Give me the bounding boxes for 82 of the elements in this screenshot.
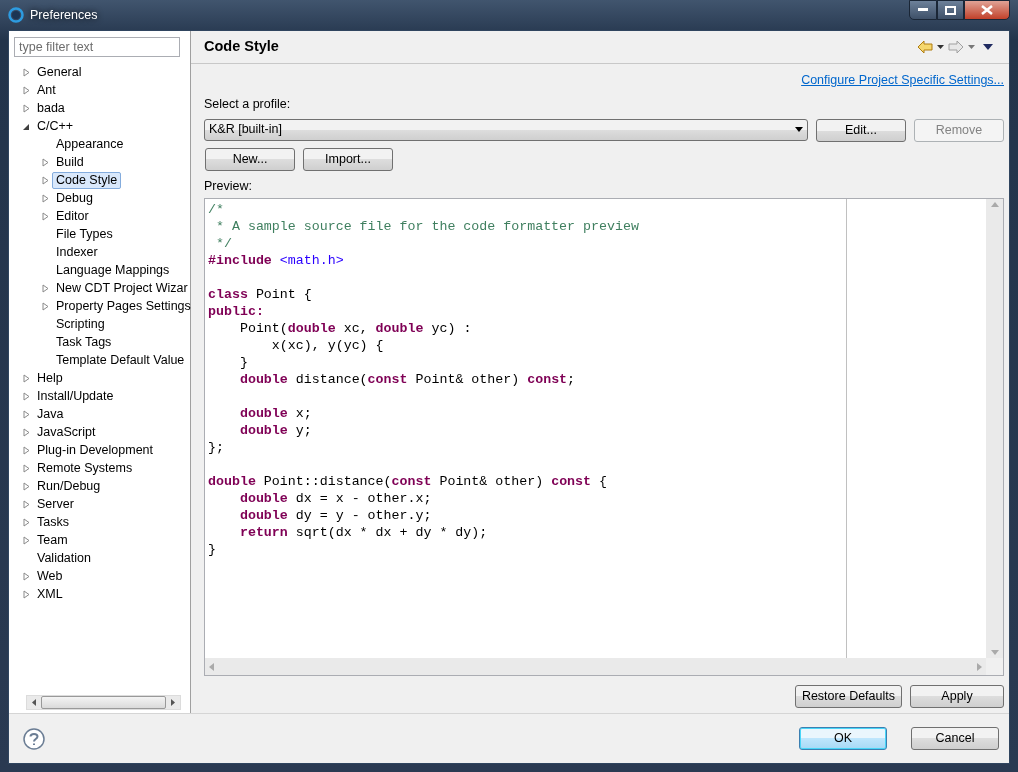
menu-icon[interactable] <box>983 44 993 50</box>
expand-icon[interactable] <box>41 157 49 167</box>
profile-dropdown[interactable]: K&R [built-in] <box>204 118 808 141</box>
tree-item[interactable]: Indexer <box>52 243 102 261</box>
tree-item[interactable]: Tasks <box>33 513 73 531</box>
expand-icon[interactable] <box>41 193 49 203</box>
button[interactable]: Edit... <box>816 118 906 142</box>
page-title: Code Style <box>204 37 279 57</box>
expand-icon[interactable] <box>41 211 49 221</box>
minimize-button[interactable] <box>909 0 937 20</box>
dropdown-arrow-icon <box>795 127 803 132</box>
close-button[interactable] <box>964 0 1010 20</box>
tree-item[interactable]: Editor <box>52 207 93 225</box>
tree-item[interactable]: File Types <box>52 225 117 243</box>
expand-icon[interactable] <box>41 301 49 311</box>
expand-icon[interactable] <box>22 67 30 77</box>
tree-item[interactable]: Property Pages Settings <box>52 297 195 315</box>
tree-item[interactable]: Server <box>33 495 78 513</box>
tree-item[interactable]: Template Default Value <box>52 351 189 369</box>
tree-item[interactable]: Plug-in Development <box>33 441 158 459</box>
tree-item[interactable]: XML <box>33 585 67 603</box>
app-icon <box>8 7 24 23</box>
tree-item[interactable]: C/C++ <box>33 117 78 135</box>
window-title: Preferences <box>30 6 98 24</box>
maximize-icon <box>945 5 956 15</box>
expand-icon[interactable] <box>22 85 30 95</box>
expand-icon[interactable] <box>41 283 49 293</box>
expand-icon[interactable] <box>22 103 30 113</box>
minimize-icon <box>918 8 928 12</box>
tree-item[interactable]: JavaScript <box>33 423 100 441</box>
expand-icon[interactable] <box>22 391 30 401</box>
expand-icon[interactable] <box>22 517 30 527</box>
expand-icon[interactable] <box>22 589 30 599</box>
expand-icon[interactable] <box>22 445 30 455</box>
help-icon[interactable] <box>23 727 45 750</box>
expand-icon[interactable] <box>22 409 30 419</box>
expand-icon[interactable] <box>41 175 49 185</box>
tree-item[interactable]: bada <box>33 99 69 117</box>
expand-icon[interactable] <box>22 481 30 491</box>
maximize-button[interactable] <box>937 0 964 20</box>
tree-item[interactable]: Debug <box>52 189 97 207</box>
expand-icon[interactable] <box>22 499 30 509</box>
dropdown-arrow-icon[interactable] <box>937 45 944 49</box>
tree-item[interactable]: Scripting <box>52 315 109 333</box>
tree-item[interactable]: Validation <box>33 549 95 567</box>
expand-icon[interactable] <box>22 463 30 473</box>
tree-item[interactable]: Task Tags <box>52 333 116 351</box>
scroll-down-icon[interactable] <box>990 650 999 655</box>
button[interactable]: New... <box>205 147 295 171</box>
preview-label: Preview: <box>204 177 253 195</box>
button[interactable]: OK <box>799 727 887 750</box>
tree-item[interactable]: Help <box>33 369 67 387</box>
tree-item[interactable]: Team <box>33 531 72 549</box>
button[interactable]: Cancel <box>911 727 999 750</box>
button[interactable]: Apply <box>910 685 1004 708</box>
tree-item[interactable]: New CDT Project Wizar <box>52 279 192 297</box>
scrollbar-corner <box>986 658 1003 675</box>
expand-icon[interactable] <box>22 571 30 581</box>
profile-label: Select a profile: <box>204 95 292 113</box>
expand-icon[interactable] <box>22 535 30 545</box>
tree-item[interactable]: Language Mappings <box>52 261 174 279</box>
button[interactable]: Restore Defaults <box>794 685 902 708</box>
scroll-up-icon[interactable] <box>990 202 999 208</box>
tree-item[interactable]: Web <box>33 567 67 585</box>
tree-item[interactable]: Remote Systems <box>33 459 137 477</box>
tree-item[interactable]: Install/Update <box>33 387 118 405</box>
tree-item[interactable]: Appearance <box>52 135 128 153</box>
horizontal-scrollbar[interactable] <box>26 695 181 710</box>
filter-field[interactable]: type filter text <box>14 37 180 57</box>
tree-item[interactable]: Build <box>52 153 88 171</box>
code-preview: /* * A sample source file for the code formatter preview */ #include <math.h> class Point { public: Point(double xc, double yc) : x(xc), y(yc) { } double distance(const Point& other) const; double x; double y; }; double Point::distance(const Point& other) const { double dx = x - other.x; double dy = y - other.y; return sqrt(dx * dx + dy * dy); } <box>205 199 986 658</box>
tree-item[interactable]: General <box>33 63 86 81</box>
tree-item[interactable]: Run/Debug <box>33 477 105 495</box>
tree-item[interactable]: Java <box>33 405 68 423</box>
expand-icon[interactable] <box>22 427 30 437</box>
project-settings-link[interactable]: Configure Project Specific Settings... <box>801 71 1004 90</box>
expand-icon[interactable] <box>22 373 30 383</box>
close-icon <box>981 5 993 15</box>
button[interactable]: Import... <box>303 147 393 171</box>
tree-item[interactable]: Ant <box>33 81 60 99</box>
tree-item[interactable]: Code Style <box>52 171 122 189</box>
vertical-scrollbar[interactable] <box>986 199 1003 658</box>
